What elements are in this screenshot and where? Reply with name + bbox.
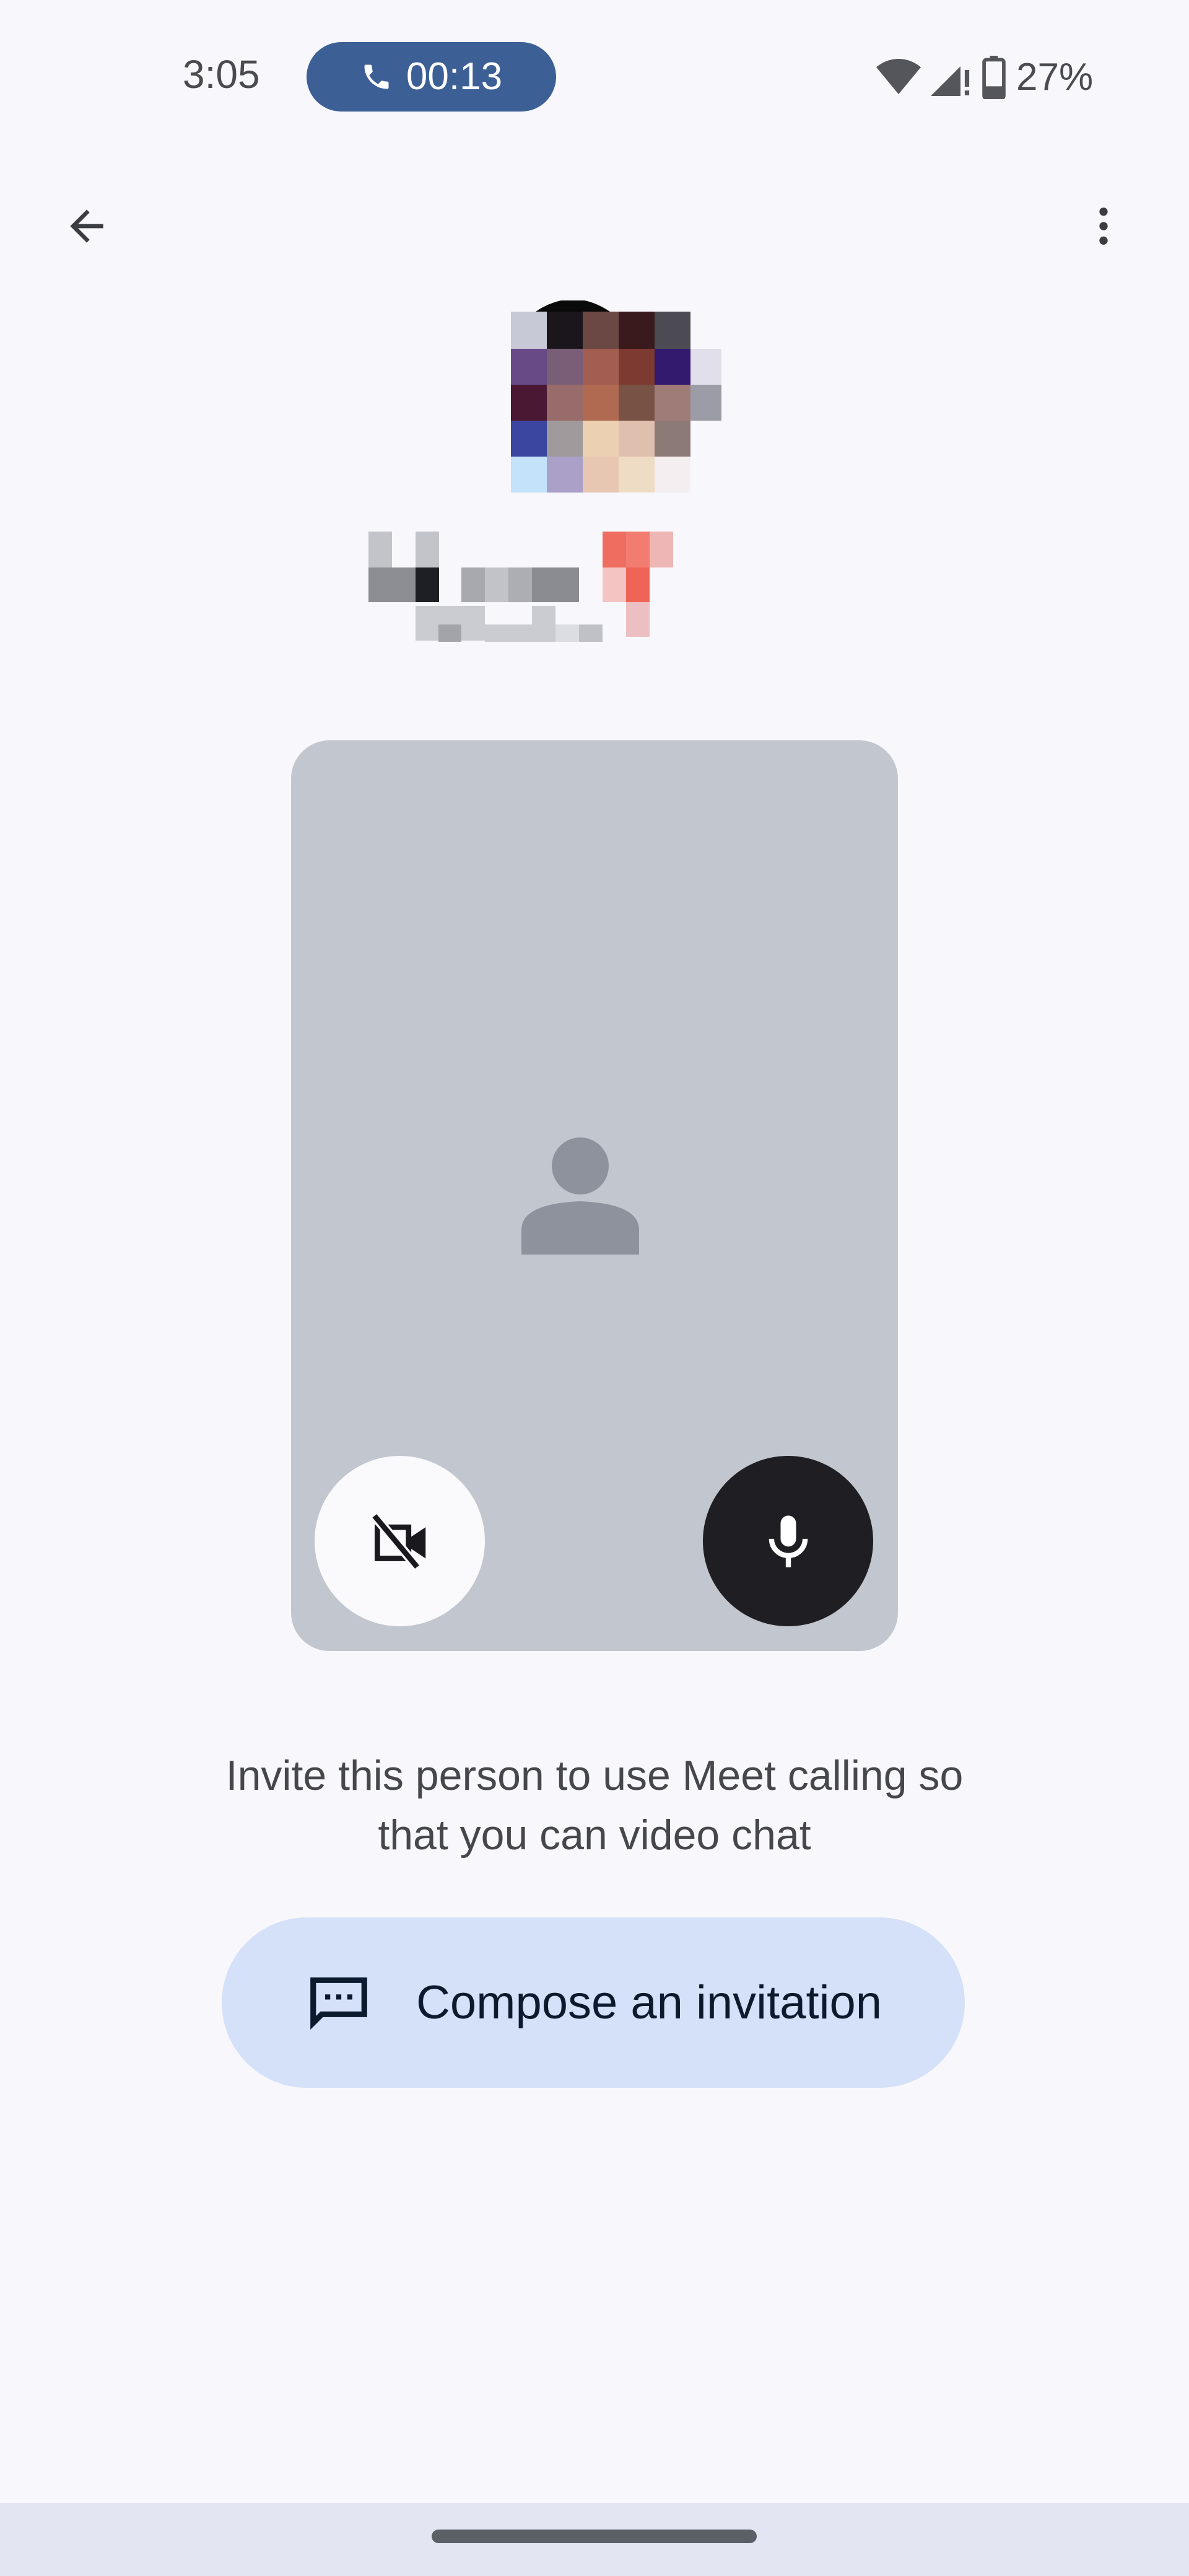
caption-line-2: that you can video chat <box>378 1812 811 1859</box>
more-options-button[interactable] <box>1066 186 1141 266</box>
contact-avatar <box>511 300 721 493</box>
wifi-icon <box>876 59 921 94</box>
toggle-camera-button[interactable] <box>315 1456 485 1626</box>
compose-invitation-label: Compose an invitation <box>416 1976 882 2029</box>
status-time: 3:05 <box>183 52 260 97</box>
gesture-nav-handle[interactable] <box>432 2530 757 2543</box>
compose-invitation-button[interactable]: Compose an invitation <box>222 1917 965 2088</box>
phone-icon <box>364 64 389 89</box>
ongoing-call-chip[interactable]: 00:13 <box>307 42 556 112</box>
caption-line-1: Invite this person to use Meet calling s… <box>225 1752 964 1799</box>
status-icons: 27% <box>876 50 1093 105</box>
invite-explanation-text: Invite this person to use Meet calling s… <box>99 1746 1090 1865</box>
arrow-back-icon <box>70 209 103 243</box>
chat-bubble-dots-icon <box>310 1977 367 2030</box>
more-vert-icon <box>1099 208 1108 245</box>
contact-subtitle-redacted <box>416 606 603 642</box>
back-button[interactable] <box>50 186 124 266</box>
cellular-signal-alert-icon <box>931 66 970 96</box>
battery-percent: 27% <box>1016 56 1094 99</box>
toggle-mic-button[interactable] <box>703 1456 873 1626</box>
videocam-off-icon <box>370 1512 425 1570</box>
mic-icon <box>769 1515 808 1567</box>
person-icon <box>521 1137 639 1255</box>
battery-icon <box>982 56 1006 99</box>
call-duration: 00:13 <box>406 55 503 98</box>
contact-name-redacted <box>368 532 673 642</box>
